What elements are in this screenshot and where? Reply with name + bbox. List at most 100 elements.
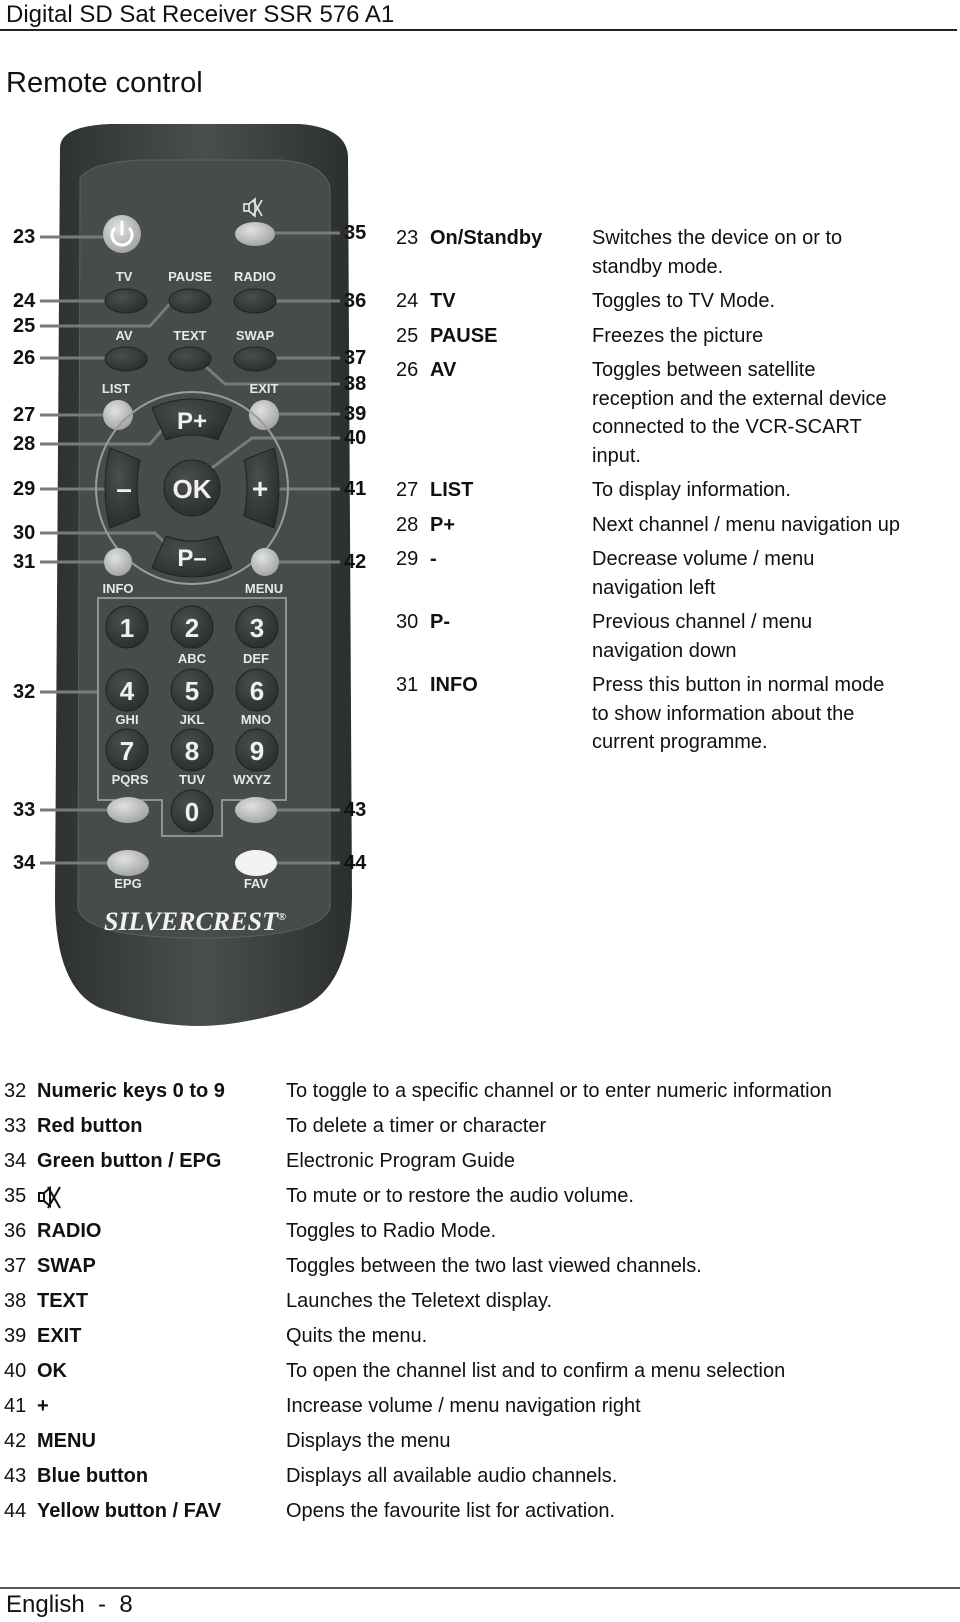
table-row: 35 To mute or to restore the audio volum… xyxy=(4,1179,944,1214)
blue-button xyxy=(235,797,277,823)
label-fav: FAV xyxy=(244,876,269,891)
row-description: Increase volume / menu navigation right xyxy=(286,1395,641,1417)
row-key: RADIO xyxy=(37,1220,102,1242)
callout-24: 24 xyxy=(13,290,36,312)
row-description: To display information. xyxy=(592,479,791,501)
label-def: DEF xyxy=(243,651,269,666)
table-row: 40 OK To open the channel list and to co… xyxy=(4,1354,944,1389)
row-description: Opens the favourite list for activation. xyxy=(286,1500,616,1522)
mute-icon xyxy=(38,1185,61,1208)
table-row: 38 TEXT Launches the Teletext display. xyxy=(4,1284,944,1319)
label-wxyz: WXYZ xyxy=(233,772,271,787)
row-key: Red button xyxy=(37,1115,143,1137)
table-row: 30 P- Previous channel / menu navigation… xyxy=(396,608,956,665)
table-row: 28 P+ Next channel / menu navigation up xyxy=(396,511,956,540)
row-key: OK xyxy=(37,1360,67,1382)
row-number: 36 xyxy=(4,1220,27,1242)
label-swap: SWAP xyxy=(236,328,275,343)
row-key: MENU xyxy=(37,1430,96,1452)
av-button xyxy=(104,346,148,372)
label-ok: OK xyxy=(173,474,212,504)
row-description: Displays all available audio channels. xyxy=(286,1465,618,1487)
label-epg: EPG xyxy=(114,876,141,891)
row-description: Previous channel / menu navigation down xyxy=(592,611,813,662)
label-radio: RADIO xyxy=(234,269,276,284)
label-exit: EXIT xyxy=(250,381,279,396)
callout-39: 39 xyxy=(344,403,367,425)
row-key: Blue button xyxy=(37,1465,149,1487)
digit-8-label: 8 xyxy=(185,736,199,766)
row-number: 32 xyxy=(4,1080,27,1102)
label-list: LIST xyxy=(102,381,130,396)
digit-4-label: 4 xyxy=(120,676,135,706)
callout-42: 42 xyxy=(344,551,367,573)
registered-mark: ® xyxy=(278,911,286,923)
info-button xyxy=(104,548,132,576)
row-key: Green button / EPG xyxy=(37,1150,222,1172)
brand-logo: SILVERCREST® xyxy=(104,907,286,936)
table-row: 24 TV Toggles to TV Mode. xyxy=(396,287,956,316)
label-mno: MNO xyxy=(241,712,271,727)
callout-37: 37 xyxy=(344,347,367,369)
row-number: 39 xyxy=(4,1325,27,1347)
callout-36: 36 xyxy=(344,290,367,312)
row-key: TEXT xyxy=(37,1290,89,1312)
label-info: INFO xyxy=(102,581,133,596)
row-number: 31 xyxy=(396,674,419,696)
row-description: Switches the device on or to standby mod… xyxy=(592,227,843,278)
tv-button xyxy=(104,288,148,314)
table-row: 37 SWAP Toggles between the two last vie… xyxy=(4,1249,944,1284)
callout-34: 34 xyxy=(13,852,36,874)
callout-31: 31 xyxy=(13,551,36,573)
mute-button xyxy=(235,222,275,246)
callout-25: 25 xyxy=(13,315,36,337)
callout-44: 44 xyxy=(344,852,367,874)
label-p-minus: P– xyxy=(177,545,206,572)
table-row: 33 Red button To delete a timer or chara… xyxy=(4,1109,944,1144)
label-av: AV xyxy=(115,328,132,343)
row-description: To mute or to restore the audio volume. xyxy=(286,1185,634,1207)
row-key: Yellow button / FAV xyxy=(37,1500,222,1522)
digit-1-label: 1 xyxy=(120,613,134,643)
row-key: PAUSE xyxy=(430,324,498,347)
row-key: On/Standby xyxy=(430,227,543,249)
row-number: 28 xyxy=(396,513,419,536)
label-abc: ABC xyxy=(178,651,207,666)
digit-3-label: 3 xyxy=(250,613,264,643)
row-description: Next channel / menu navigation up xyxy=(592,513,900,536)
row-key: + xyxy=(37,1395,49,1417)
label-minus: – xyxy=(116,473,132,504)
row-key: - xyxy=(430,548,437,570)
label-tv: TV xyxy=(116,269,133,284)
callout-26: 26 xyxy=(13,347,36,369)
row-key: TV xyxy=(430,290,456,312)
row-number: 30 xyxy=(396,611,419,633)
lower-button-table: 32 Numeric keys 0 to 9 To toggle to a sp… xyxy=(4,1074,944,1529)
red-button xyxy=(107,797,149,823)
callout-38: 38 xyxy=(344,373,367,395)
menu-button xyxy=(251,548,279,576)
table-row: 39 EXIT Quits the menu. xyxy=(4,1319,944,1354)
table-row: 26 AV Toggles between satellite receptio… xyxy=(396,356,956,470)
callout-43: 43 xyxy=(344,799,367,821)
row-number: 44 xyxy=(4,1500,27,1522)
row-key: P- xyxy=(430,611,450,633)
table-row: 43 Blue button Displays all available au… xyxy=(4,1459,944,1494)
row-description: Electronic Program Guide xyxy=(286,1150,515,1172)
row-key: LIST xyxy=(430,479,474,501)
row-number: 23 xyxy=(396,227,419,249)
label-tuv: TUV xyxy=(179,772,205,787)
row-description: To toggle to a specific channel or to en… xyxy=(286,1080,832,1102)
label-plus: + xyxy=(252,473,268,504)
callout-33: 33 xyxy=(13,799,36,821)
table-row: 29 - Decrease volume / menu navigation l… xyxy=(396,545,956,602)
row-number: 37 xyxy=(4,1255,27,1277)
row-description: Toggles to TV Mode. xyxy=(592,290,776,312)
row-key: P+ xyxy=(430,513,456,536)
green-epg-button xyxy=(107,850,149,876)
remote-control-illustration: TV PAUSE RADIO AV TEXT SWAP LIST EXIT IN… xyxy=(0,118,380,1033)
table-row: 42 MENU Displays the menu xyxy=(4,1424,944,1459)
table-row: 27 LIST To display information. xyxy=(396,476,956,505)
document-header-title: Digital SD Sat Receiver SSR 576 A1 xyxy=(6,1,395,28)
label-pqrs: PQRS xyxy=(112,772,149,787)
